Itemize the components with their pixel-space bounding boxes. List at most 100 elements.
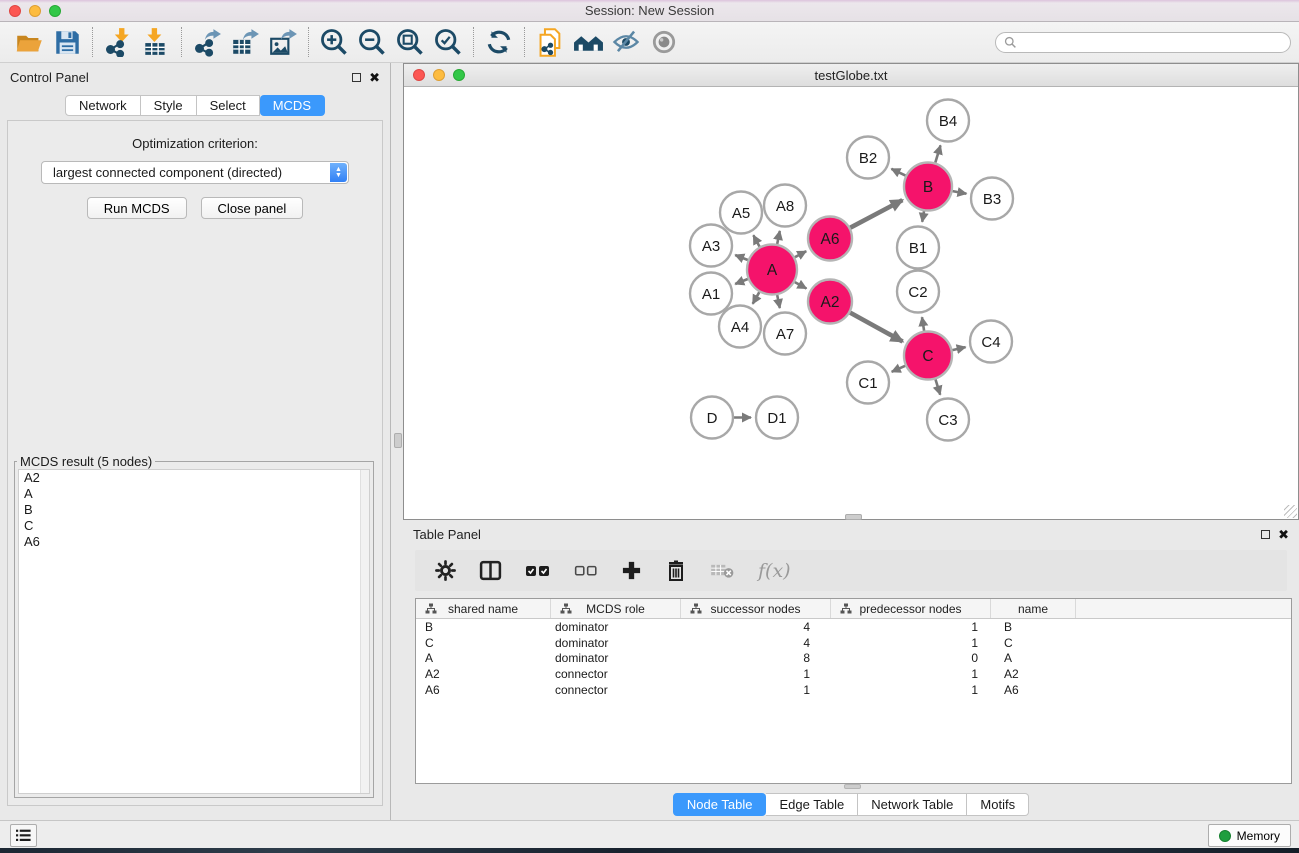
graph-edge-B-B3[interactable] — [953, 191, 967, 194]
tab-edge-table[interactable]: Edge Table — [766, 793, 858, 816]
graph-edge-A-A1[interactable] — [735, 279, 748, 284]
cell[interactable]: dominator — [551, 620, 681, 634]
tab-network[interactable]: Network — [65, 95, 141, 116]
create-column-button[interactable] — [621, 560, 642, 581]
graph-edge-C-C2[interactable] — [922, 317, 924, 331]
result-item[interactable]: C — [19, 518, 369, 534]
cell[interactable]: connector — [551, 667, 681, 681]
table-row[interactable]: A2 connector 1 1 A2 — [416, 666, 1291, 682]
tab-network-table[interactable]: Network Table — [858, 793, 967, 816]
cell[interactable]: A6 — [991, 683, 1076, 697]
graph-edge-B-B1[interactable] — [922, 211, 924, 222]
select-all-rows-button[interactable] — [525, 563, 551, 579]
cell[interactable]: C — [416, 636, 551, 650]
column-header-shared-name[interactable]: shared name — [416, 599, 551, 618]
graph-edge-C-C3[interactable] — [936, 379, 941, 394]
tab-select[interactable]: Select — [197, 95, 260, 116]
search-input[interactable] — [1022, 35, 1282, 49]
cell[interactable]: B — [991, 620, 1076, 634]
export-table-button[interactable] — [226, 25, 264, 59]
cell[interactable]: B — [416, 620, 551, 634]
result-scrollbar[interactable] — [360, 470, 369, 793]
export-network-button[interactable] — [188, 25, 226, 59]
search-field[interactable] — [995, 32, 1291, 53]
run-mcds-button[interactable]: Run MCDS — [87, 197, 187, 219]
result-item[interactable]: A6 — [19, 534, 369, 550]
table-row[interactable]: C dominator 4 1 C — [416, 635, 1291, 651]
cell[interactable]: A — [416, 651, 551, 665]
export-image-button[interactable] — [264, 25, 302, 59]
table-row[interactable]: A6 connector 1 1 A6 — [416, 682, 1291, 698]
cell[interactable]: connector — [551, 683, 681, 697]
result-item[interactable]: B — [19, 502, 369, 518]
graph-edge-C-C4[interactable] — [952, 347, 965, 350]
float-panel-icon[interactable] — [352, 73, 361, 82]
cell[interactable]: A2 — [991, 667, 1076, 681]
birds-eye-view-button[interactable] — [645, 25, 683, 59]
cell[interactable]: 1 — [681, 683, 831, 697]
cell[interactable]: 4 — [681, 620, 831, 634]
cell[interactable]: A6 — [416, 683, 551, 697]
import-network-button[interactable] — [99, 25, 137, 59]
ndex-home-button[interactable] — [569, 25, 607, 59]
graph-edge-A6-B[interactable] — [850, 200, 902, 228]
cell[interactable]: 1 — [831, 636, 991, 650]
memory-button[interactable]: Memory — [1208, 824, 1291, 847]
cell[interactable]: 4 — [681, 636, 831, 650]
node-table[interactable]: shared name MCDS role successor nodes pr… — [415, 598, 1292, 784]
graph-edge-A-A4[interactable] — [753, 292, 760, 304]
close-table-panel-icon[interactable]: ✖ — [1278, 530, 1289, 539]
column-header-successor-nodes[interactable]: successor nodes — [681, 599, 831, 618]
network-vscrollbar-thumb[interactable] — [394, 433, 402, 448]
task-history-button[interactable] — [10, 824, 37, 847]
cell[interactable]: A2 — [416, 667, 551, 681]
tab-style[interactable]: Style — [141, 95, 197, 116]
new-network-from-selection-button[interactable] — [531, 25, 569, 59]
table-settings-button[interactable] — [435, 560, 456, 581]
resize-grip-icon[interactable] — [1284, 505, 1297, 518]
delete-table-button[interactable] — [710, 562, 735, 579]
cell[interactable]: 8 — [681, 651, 831, 665]
cell[interactable]: 1 — [831, 620, 991, 634]
hide-graphics-details-button[interactable] — [607, 25, 645, 59]
zoom-selected-button[interactable] — [429, 25, 467, 59]
cell[interactable]: 1 — [831, 667, 991, 681]
refresh-view-button[interactable] — [480, 25, 518, 59]
close-panel-button[interactable]: Close panel — [201, 197, 304, 219]
zoom-fit-button[interactable] — [391, 25, 429, 59]
cell[interactable]: 1 — [681, 667, 831, 681]
graph-edge-A-A8[interactable] — [777, 231, 780, 244]
table-hscrollbar-thumb[interactable] — [844, 784, 861, 789]
float-table-panel-icon[interactable] — [1261, 530, 1270, 539]
zoom-out-button[interactable] — [353, 25, 391, 59]
graph-edge-A2-C[interactable] — [850, 313, 903, 342]
column-header-mcds-role[interactable]: MCDS role — [551, 599, 681, 618]
cell[interactable]: 1 — [831, 683, 991, 697]
tab-mcds[interactable]: MCDS — [260, 95, 325, 116]
column-header-name[interactable]: name — [991, 599, 1076, 618]
cell[interactable]: A — [991, 651, 1076, 665]
function-builder-button[interactable]: f(x) — [758, 560, 791, 582]
cell[interactable]: dominator — [551, 651, 681, 665]
network-window-titlebar[interactable]: testGlobe.txt — [404, 64, 1298, 87]
table-row[interactable]: A dominator 8 0 A — [416, 651, 1291, 667]
graph-edge-A-A6[interactable] — [795, 251, 806, 257]
table-row[interactable]: B dominator 4 1 B — [416, 619, 1291, 635]
delete-columns-button[interactable] — [665, 560, 687, 582]
graph-edge-A-A7[interactable] — [777, 295, 780, 308]
graph-edge-B-B4[interactable] — [935, 145, 940, 162]
cell[interactable]: 0 — [831, 651, 991, 665]
graph-edge-C-C1[interactable] — [892, 366, 906, 372]
cell[interactable]: dominator — [551, 636, 681, 650]
mcds-result-list[interactable]: A2 A B C A6 — [18, 469, 370, 794]
unselect-all-rows-button[interactable] — [574, 563, 598, 578]
save-session-button[interactable] — [48, 25, 86, 59]
column-header-predecessor-nodes[interactable]: predecessor nodes — [831, 599, 991, 618]
graph-edge-A-A3[interactable] — [735, 255, 748, 260]
graph-edge-A-A2[interactable] — [795, 282, 807, 288]
tab-node-table[interactable]: Node Table — [673, 793, 767, 816]
result-item[interactable]: A2 — [19, 470, 369, 486]
open-session-button[interactable] — [10, 25, 48, 59]
network-graph[interactable]: B4B2BB3A5A8A6B1A3AA1C2A2A4A7CC4C1C3DD1 — [404, 87, 1298, 519]
zoom-in-button[interactable] — [315, 25, 353, 59]
